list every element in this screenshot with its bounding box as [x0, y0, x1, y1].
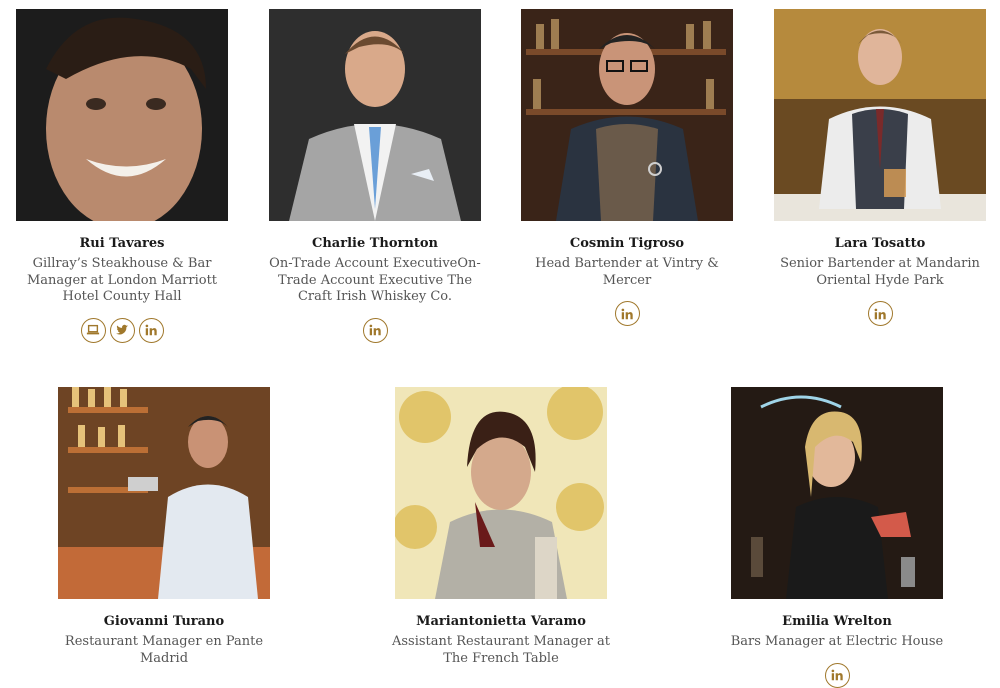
- social-links: [262, 317, 488, 343]
- member-name: Rui Tavares: [79, 236, 165, 251]
- social-links: [514, 301, 740, 326]
- team-card: Rui Tavares Gillray’s Steakhouse & Bar M…: [9, 9, 235, 343]
- linkedin-icon[interactable]: [614, 301, 640, 326]
- member-role: Gillray’s Steakhouse & Bar Manager at Lo…: [26, 256, 218, 304]
- member-role: Bars Manager at Electric House: [730, 634, 944, 649]
- member-photo: [395, 387, 607, 599]
- member-name: Giovanni Turano: [103, 614, 225, 629]
- member-photo: [731, 387, 943, 599]
- member-role: Head Bartender at Vintry & Mercer: [535, 256, 719, 288]
- team-card: Emilia Wrelton Bars Manager at Electric …: [724, 387, 950, 688]
- linkedin-icon[interactable]: [867, 301, 893, 326]
- member-name: Charlie Thornton: [312, 236, 438, 251]
- team-card: Cosmin Tigroso Head Bartender at Vintry …: [514, 9, 740, 326]
- social-links: [767, 301, 993, 326]
- social-links: [9, 317, 235, 343]
- member-role: Restaurant Manager en Pante Madrid: [64, 634, 264, 666]
- member-photo: [521, 9, 733, 221]
- member-photo: [16, 9, 228, 221]
- member-name: Lara Tosatto: [834, 236, 926, 251]
- member-photo: [58, 387, 270, 599]
- team-card: Mariantonietta Varamo Assistant Restaura…: [388, 387, 614, 667]
- team-card: Charlie Thornton On-Trade Account Execut…: [262, 9, 488, 343]
- team-card: Giovanni Turano Restaurant Manager en Pa…: [51, 387, 277, 667]
- laptop-icon[interactable]: [80, 317, 106, 343]
- linkedin-icon[interactable]: [362, 317, 388, 343]
- twitter-icon[interactable]: [109, 317, 135, 343]
- member-photo: [774, 9, 986, 221]
- member-role: Assistant Restaurant Manager at The Fren…: [392, 634, 610, 666]
- member-name: Cosmin Tigroso: [569, 236, 685, 251]
- social-links: [724, 662, 950, 688]
- member-name: Mariantonietta Varamo: [416, 614, 586, 629]
- team-card: Lara Tosatto Senior Bartender at Mandari…: [767, 9, 993, 326]
- member-photo: [269, 9, 481, 221]
- member-role: Senior Bartender at Mandarin Oriental Hy…: [780, 256, 980, 288]
- linkedin-icon[interactable]: [138, 317, 164, 343]
- linkedin-icon[interactable]: [824, 662, 850, 688]
- member-name: Emilia Wrelton: [782, 614, 892, 629]
- member-role: On-Trade Account ExecutiveOn-Trade Accou…: [269, 256, 481, 304]
